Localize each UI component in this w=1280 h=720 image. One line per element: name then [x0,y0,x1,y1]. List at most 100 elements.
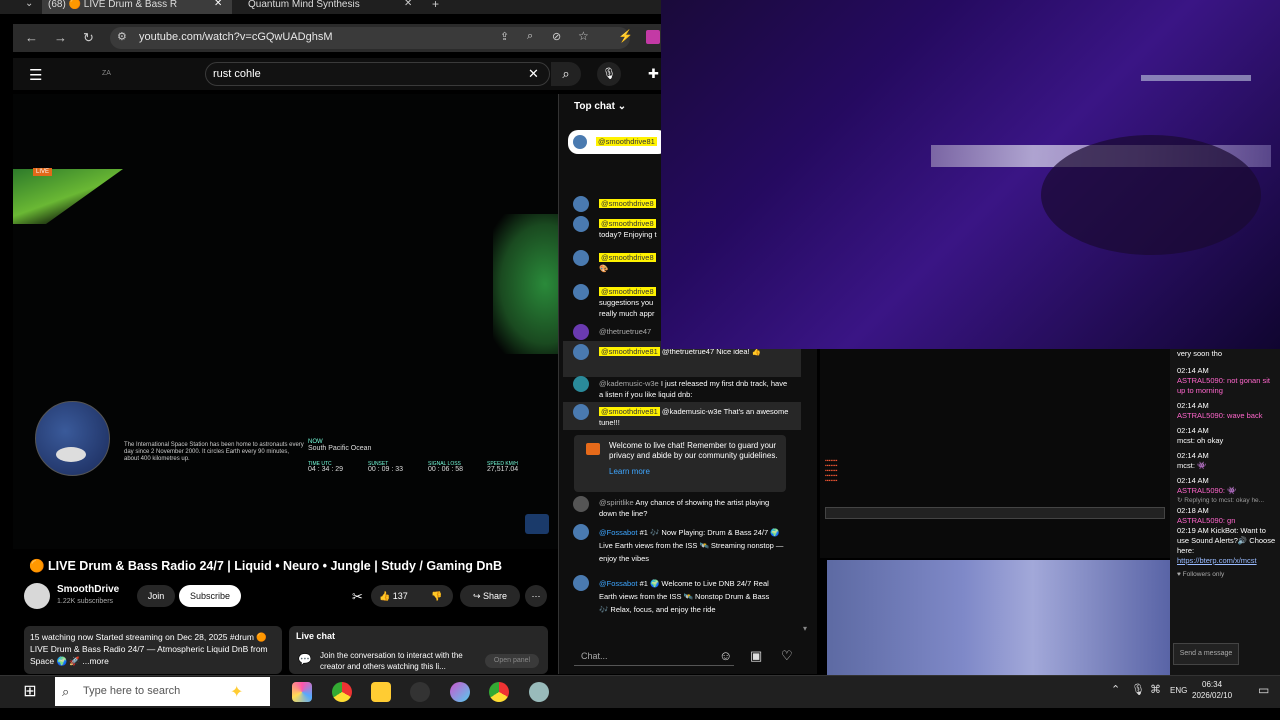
create-icon[interactable]: ✚ [648,66,659,82]
earth-horizon-left [13,169,123,224]
chat-author: @smoothdrive81 [599,407,660,416]
notification-icon[interactable]: ▭ [1258,683,1269,697]
top-chat-label: Top chat [574,101,615,112]
twitch-line: ASTRAL5090: wave back [1177,411,1263,420]
iss-info-text: The International Space Station has been… [124,442,304,462]
extension-icon[interactable]: ⚡ [618,29,633,43]
twitch-line: 02:14 AM [1177,451,1209,460]
copilot-icon[interactable] [292,682,312,702]
emoji-icon[interactable]: ☺ [719,648,732,663]
extension-2-icon[interactable] [646,30,660,44]
person-silhouette [1041,135,1261,255]
live-chat-box: Live chat 💬 Join the conversation to int… [289,626,548,674]
clip-icon[interactable]: ✂ [352,589,363,605]
chat-message: @smoothdrive8 suggestions you really much… [599,286,661,319]
obs-icon[interactable] [410,682,430,702]
tab-quantum-mind[interactable]: Quantum Mind Synthesis [242,0,422,14]
open-panel-button[interactable]: Open panel [485,654,539,668]
pinned-message[interactable]: @smoothdrive81 [568,130,668,154]
twitch-line: 02:19 AM KickBot: Want to use Sound Aler… [1177,526,1276,555]
twitch-line: 02:14 AM [1177,366,1209,375]
top-chat-dropdown[interactable]: Top chat ⌄ [574,101,626,112]
close-tab-icon[interactable]: ✕ [214,0,222,9]
chat-text: 🎨 [599,264,609,273]
clear-search-icon[interactable]: ✕ [528,66,539,82]
avatar [573,196,589,212]
video-player[interactable] [13,94,558,549]
back-icon[interactable]: ← [25,30,38,45]
site-info-icon[interactable]: ⚙ [117,30,127,43]
mic-icon[interactable]: 🎙 [597,62,621,86]
menu-icon[interactable]: ☰ [29,66,42,84]
webcam-video [661,0,1280,349]
new-tab-icon[interactable]: + [432,0,439,11]
tab-list-icon[interactable]: ⌄ [25,0,33,9]
tray-arrow-icon[interactable]: ⌃ [1111,683,1120,696]
heart-icon[interactable]: ♡ [781,648,793,664]
like-button[interactable]: 👍 137 👎 [371,585,453,607]
forward-icon[interactable]: → [54,30,67,45]
search-icon[interactable]: ⌕ [551,62,581,86]
chrome-icon[interactable] [332,682,352,702]
bookmark-star-icon[interactable]: ☆ [578,29,589,43]
clock[interactable]: 06:34 2026/02/10 [1192,679,1232,701]
twitch-line: ASTRAL5090: 👾 [1177,486,1237,495]
close-tab-2-icon[interactable]: ✕ [404,0,412,9]
chat-message: @Fossabot #1 🎶 Now Playing: Drum & Bass … [599,526,789,565]
windows-start-icon[interactable]: ⊞ [0,676,60,708]
twitch-link[interactable]: https://bterp.com/x/mcst [1177,556,1277,566]
live-chat-text: Join the conversation to interact with t… [320,651,463,671]
install-icon[interactable]: ⇪ [500,30,509,43]
chrome-profile-icon[interactable] [489,682,509,702]
like-count: 137 [392,591,408,601]
twitch-line: ♥ Followers only [1177,571,1225,578]
chat-author: @Fossabot [599,579,638,588]
chat-author: @spiritlike [599,498,634,507]
thumbs-down-icon[interactable]: 👎 [431,585,442,607]
subscribe-button[interactable]: Subscribe [179,585,241,607]
chat-input[interactable]: Chat... [574,646,734,666]
reload-icon[interactable]: ↻ [83,30,94,46]
chat-author: @smoothdrive8 [599,253,656,262]
avatar [573,324,589,340]
avatar [573,250,589,266]
stat-value: 04 : 34 : 29 [308,466,344,473]
chat-text: today? Enjoying t [599,230,657,239]
twitch-line: 02:14 AM [1177,426,1209,435]
join-button[interactable]: Join [137,585,175,607]
url-text: youtube.com/watch?v=cGQwUADghsM [139,31,333,43]
chat-message: @smoothdrive8 🎨 [599,252,656,274]
twitch-line: 02:14 AM [1177,401,1209,410]
description-box[interactable]: 15 watching now Started streaming on Dec… [24,626,282,674]
logo[interactable]: ZA [102,70,111,77]
scroll-down-icon[interactable]: ▾ [803,624,807,633]
app-2-icon[interactable] [529,682,549,702]
bottom-strip [0,708,1280,720]
channel-name[interactable]: SmoothDrive [57,584,119,595]
welcome-text: Welcome to live chat! Remember to guard … [609,441,778,460]
avatar [573,524,589,540]
zoom-icon[interactable]: ⌕ [527,30,533,43]
chat-message: @smoothdrive8 today? Enjoying t [599,218,661,240]
learn-more-link[interactable]: Learn more [609,467,650,477]
chat-author: @kademusic-w3e [599,379,659,388]
tracking-icon[interactable]: ⊘ [552,30,561,43]
language-indicator[interactable]: ENG [1170,686,1187,695]
app-icon[interactable] [450,682,470,702]
search-value: rust cohle [213,68,261,80]
now-location: South Pacific Ocean [308,445,372,452]
stat-value: 00 : 06 : 58 [428,466,464,473]
more-actions-icon[interactable]: ⋯ [525,585,547,607]
chat-author: @smoothdrive8 [599,199,656,208]
file-explorer-icon[interactable] [371,682,391,702]
game-hotbar [825,507,1165,519]
share-button[interactable]: ↪ Share [460,585,520,607]
network-icon[interactable]: ⌘ [1150,683,1161,696]
super-chat-icon[interactable]: ▣ [750,648,762,664]
channel-avatar[interactable] [24,583,50,609]
twitch-send-input[interactable]: Send a message [1173,643,1239,665]
chat-author: @smoothdrive8 [599,287,656,296]
chat-message: @thetruetrue47 [599,326,651,337]
microphone-icon[interactable]: 🎙 [1131,683,1145,696]
tab-active[interactable]: (68) 🟠 LIVE Drum & Bass R [42,0,232,14]
